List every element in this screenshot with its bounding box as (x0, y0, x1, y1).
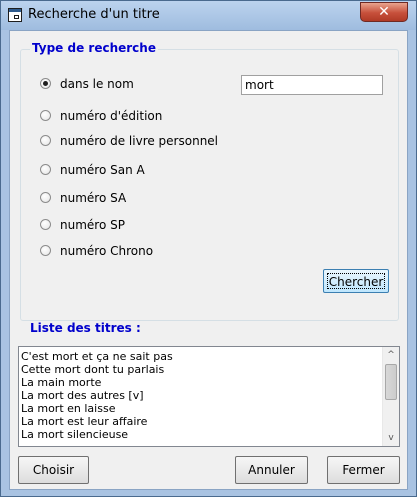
list-item[interactable]: La mort en laisse (20, 402, 381, 415)
title-bar[interactable]: Recherche d'un titre ✕ (1, 1, 416, 30)
scroll-down-icon[interactable]: v (383, 430, 399, 446)
radio-label: dans le nom (60, 77, 134, 91)
close-window-button[interactable]: ✕ (360, 2, 408, 22)
window-title: Recherche d'un titre (28, 7, 160, 22)
radio-button-icon[interactable] (40, 78, 51, 89)
radio-button-icon[interactable] (40, 219, 51, 230)
radio-label: numéro SP (60, 218, 125, 232)
search-button-label: Chercher (327, 273, 385, 289)
radio-label: numéro Chrono (60, 244, 154, 258)
radio-button-icon[interactable] (40, 164, 51, 175)
radio-label: numéro d'édition (60, 109, 163, 123)
search-type-legend: Type de recherche (30, 41, 158, 55)
list-item[interactable]: La main morte (20, 376, 381, 389)
radio-button-icon[interactable] (40, 192, 51, 203)
scroll-thumb[interactable] (385, 364, 397, 400)
search-query-input[interactable] (241, 75, 383, 95)
app-window-icon (8, 8, 22, 22)
scroll-up-icon[interactable]: ^ (383, 347, 399, 363)
dialog-window: Recherche d'un titre ✕ Type de recherche… (0, 0, 417, 497)
list-item[interactable]: Cette mort dont tu parlais (20, 363, 381, 376)
list-item[interactable]: La mort silencieuse (20, 428, 381, 441)
results-listbox[interactable]: C'est mort et ça ne sait pas Cette mort … (18, 346, 400, 447)
radio-label: numéro San A (60, 163, 145, 177)
list-item[interactable]: La mort des autres [v] (20, 389, 381, 402)
results-items: C'est mort et ça ne sait pas Cette mort … (20, 350, 381, 441)
radio-label: numéro SA (60, 191, 127, 205)
radio-button-icon[interactable] (40, 135, 51, 146)
close-icon: ✕ (378, 4, 390, 20)
results-list-label: Liste des titres : (30, 321, 141, 335)
close-button[interactable]: Fermer (327, 456, 400, 484)
radio-button-icon[interactable] (40, 245, 51, 256)
choose-button[interactable]: Choisir (18, 456, 89, 484)
dialog-body: Type de recherche dans le nom numéro d'é… (9, 30, 408, 490)
radio-label: numéro de livre personnel (60, 134, 219, 148)
radio-button-icon[interactable] (40, 110, 51, 121)
search-button[interactable]: Chercher (323, 269, 389, 293)
cancel-button[interactable]: Annuler (235, 456, 308, 484)
vertical-scrollbar[interactable]: ^ v (382, 347, 399, 446)
list-item[interactable]: C'est mort et ça ne sait pas (20, 350, 381, 363)
list-item[interactable]: La mort est leur affaire (20, 415, 381, 428)
